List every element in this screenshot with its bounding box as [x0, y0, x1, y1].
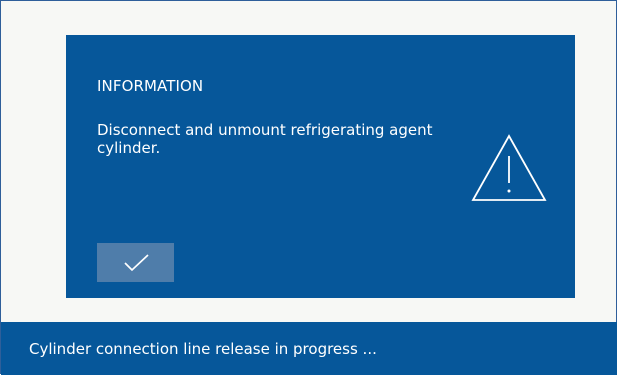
dialog-title: INFORMATION: [97, 77, 204, 95]
information-dialog: INFORMATION Disconnect and unmount refri…: [66, 35, 575, 298]
app-screen: INFORMATION Disconnect and unmount refri…: [0, 0, 617, 375]
confirm-button[interactable]: [97, 243, 174, 282]
status-message: Cylinder connection line release in prog…: [29, 339, 377, 358]
status-bar: Cylinder connection line release in prog…: [1, 322, 617, 375]
check-icon: [123, 253, 149, 271]
dialog-message: Disconnect and unmount refrigerating age…: [97, 121, 433, 157]
warning-icon: [471, 134, 547, 201]
